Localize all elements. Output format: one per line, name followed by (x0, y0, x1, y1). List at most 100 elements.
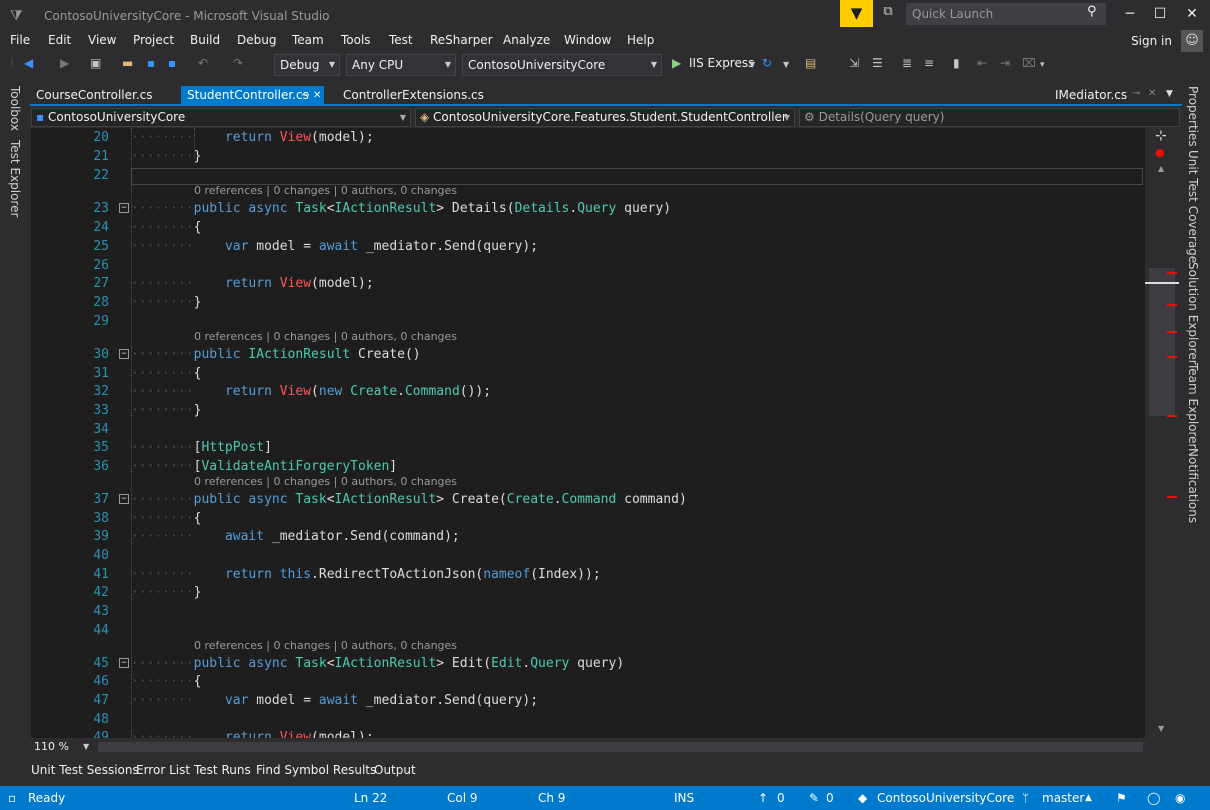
preview-close-icon[interactable]: ✕ (1148, 88, 1156, 99)
minimize-button[interactable]: ─ (1115, 4, 1145, 24)
zoom-chevron-down-icon[interactable]: ▼ (83, 742, 89, 751)
account-avatar-icon[interactable]: ☺ (1181, 30, 1203, 52)
unit-test-sessions-tab[interactable]: Unit Test Sessions (31, 763, 139, 777)
close-button[interactable]: ✕ (1177, 4, 1207, 24)
error-marker[interactable] (1167, 331, 1177, 333)
step-into-icon[interactable]: ⇲ (849, 56, 859, 70)
open-file-icon[interactable]: ▬ (122, 56, 133, 70)
maximize-button[interactable]: ☐ (1145, 4, 1175, 24)
pin-icon[interactable]: ⊸ (301, 86, 309, 105)
tab-controller-extensions[interactable]: ControllerExtensions.cs (337, 86, 490, 105)
menu-view[interactable]: View (88, 33, 116, 47)
unit-test-coverage-tab[interactable]: Unit Test Coverage (1186, 150, 1200, 263)
notification-filter-icon[interactable]: ▼ (840, 0, 873, 27)
run-target-button[interactable]: IIS Express (689, 56, 754, 70)
code-lens[interactable]: 0 references | 0 changes | 0 authors, 0 … (194, 475, 457, 488)
branch-icon[interactable]: ᛘ (1022, 791, 1029, 805)
zoom-level[interactable]: 110 % (34, 740, 69, 753)
error-marker[interactable] (1167, 304, 1177, 306)
next-bookmark-icon[interactable]: ⇥ (1000, 56, 1010, 70)
project-nav-select[interactable]: ▪ ContosoUniversityCore ▼ (31, 108, 411, 127)
startup-project-select[interactable]: ContosoUniversityCore ▼ (462, 54, 662, 76)
arrow-up-icon[interactable]: ↑ (758, 791, 768, 805)
split-editor-icon[interactable]: ⊹ (1155, 128, 1167, 144)
menu-resharper[interactable]: ReSharper (430, 33, 493, 47)
tab-imediator[interactable]: IMediator.cs (1049, 86, 1133, 105)
run-play-icon[interactable]: ▶ (672, 56, 681, 70)
collapse-icon[interactable]: − (119, 658, 129, 668)
code-lens[interactable]: 0 references | 0 changes | 0 authors, 0 … (194, 184, 457, 197)
pencil-icon[interactable]: ✎ (809, 791, 819, 805)
member-nav-select[interactable]: ⚙ Details(Query query) (799, 108, 1180, 127)
close-tab-icon[interactable]: ✕ (313, 86, 321, 105)
bookmark-icon[interactable]: ▮ (953, 56, 960, 70)
search-icon[interactable]: ⚲ (1087, 4, 1097, 19)
live-share-icon[interactable]: ◯ (1147, 791, 1160, 805)
uncomment-icon[interactable]: ≡ (924, 56, 934, 70)
unpushed-commits-count[interactable]: 0 (777, 791, 785, 805)
refresh-chevron-down-icon[interactable]: ▼ (783, 60, 789, 69)
menu-help[interactable]: Help (627, 33, 654, 47)
prev-bookmark-icon[interactable]: ⇤ (977, 56, 987, 70)
browser-link-icon[interactable]: ▤ (805, 56, 816, 70)
code-lens[interactable]: 0 references | 0 changes | 0 authors, 0 … (194, 330, 457, 343)
sign-in-link[interactable]: Sign in (1131, 34, 1172, 48)
solution-explorer-tab[interactable]: Solution Explorer (1186, 262, 1200, 365)
team-explorer-tab[interactable]: Team Explorer (1186, 363, 1200, 449)
save-all-icon[interactable]: ▪ (168, 56, 176, 70)
branch-name[interactable]: master (1042, 791, 1084, 805)
toolbar-overflow-icon[interactable]: ▾ (1040, 60, 1045, 70)
comment-icon[interactable]: ≣ (902, 56, 912, 70)
code-lens[interactable]: 0 references | 0 changes | 0 authors, 0 … (194, 639, 457, 652)
menu-analyze[interactable]: Analyze (503, 33, 550, 47)
toolbox-tab[interactable]: Toolbox (8, 86, 22, 131)
error-list-tab[interactable]: Error List (136, 763, 190, 777)
horizontal-scrollbar[interactable] (98, 742, 1143, 752)
run-target-chevron-down-icon[interactable]: ▼ (749, 60, 755, 69)
menu-file[interactable]: File (10, 33, 30, 47)
refresh-icon[interactable]: ↻ (762, 56, 772, 70)
menu-project[interactable]: Project (133, 33, 174, 47)
branch-chevron-up-icon[interactable]: ▲ (1085, 793, 1092, 803)
clear-bookmarks-icon[interactable]: ⌧ (1022, 56, 1036, 70)
team-icon[interactable]: ⚑ (1116, 791, 1127, 805)
quick-launch-input[interactable]: Quick Launch (906, 3, 1106, 25)
back-icon[interactable]: ◀ (24, 56, 33, 70)
pending-changes-count[interactable]: 0 (826, 791, 834, 805)
outline-icon[interactable]: ☰ (872, 56, 883, 70)
menu-edit[interactable]: Edit (48, 33, 71, 47)
menu-window[interactable]: Window (564, 33, 611, 47)
test-explorer-tab[interactable]: Test Explorer (8, 140, 22, 217)
menu-debug[interactable]: Debug (237, 33, 276, 47)
collapse-icon[interactable]: − (119, 203, 129, 213)
scrollbar-thumb[interactable] (1149, 268, 1175, 416)
error-marker[interactable] (1167, 356, 1177, 358)
collapse-icon[interactable]: − (119, 494, 129, 504)
scroll-up-icon[interactable]: ▲ (1158, 164, 1164, 173)
undo-icon[interactable]: ↶ (198, 56, 208, 70)
vertical-scrollbar[interactable]: ⊹ ● ▲ ▼ (1145, 128, 1182, 738)
properties-tab[interactable]: Properties (1186, 86, 1200, 147)
error-marker[interactable] (1167, 496, 1177, 498)
find-symbol-results-tab[interactable]: Find Symbol Results (256, 763, 376, 777)
error-marker[interactable] (1167, 272, 1177, 274)
code-editor[interactable]: 20 ········ return View(model); 21 ·····… (31, 128, 1145, 738)
menu-test[interactable]: Test (389, 33, 413, 47)
menu-build[interactable]: Build (190, 33, 220, 47)
type-nav-select[interactable]: ◈ ContosoUniversityCore.Features.Student… (415, 108, 795, 127)
forward-icon[interactable]: ▶ (60, 56, 69, 70)
preview-pin-icon[interactable]: ⊸ (1132, 88, 1140, 99)
new-project-icon[interactable]: ▣ (90, 56, 101, 70)
notifications-tab[interactable]: Notifications (1186, 448, 1200, 523)
test-runs-tab[interactable]: Test Runs (194, 763, 251, 777)
collapse-icon[interactable]: − (119, 349, 129, 359)
feedback-icon[interactable]: ⧉ (877, 4, 899, 24)
menu-tools[interactable]: Tools (341, 33, 371, 47)
configuration-select[interactable]: Debug ▼ (274, 54, 340, 76)
repository-icon[interactable]: ◆ (858, 791, 867, 805)
save-icon[interactable]: ▪ (147, 56, 155, 70)
menu-team[interactable]: Team (292, 33, 324, 47)
platform-select[interactable]: Any CPU ▼ (346, 54, 456, 76)
redo-icon[interactable]: ↷ (233, 56, 243, 70)
tab-student-controller[interactable]: StudentController.cs ⊸ ✕ (181, 86, 324, 105)
